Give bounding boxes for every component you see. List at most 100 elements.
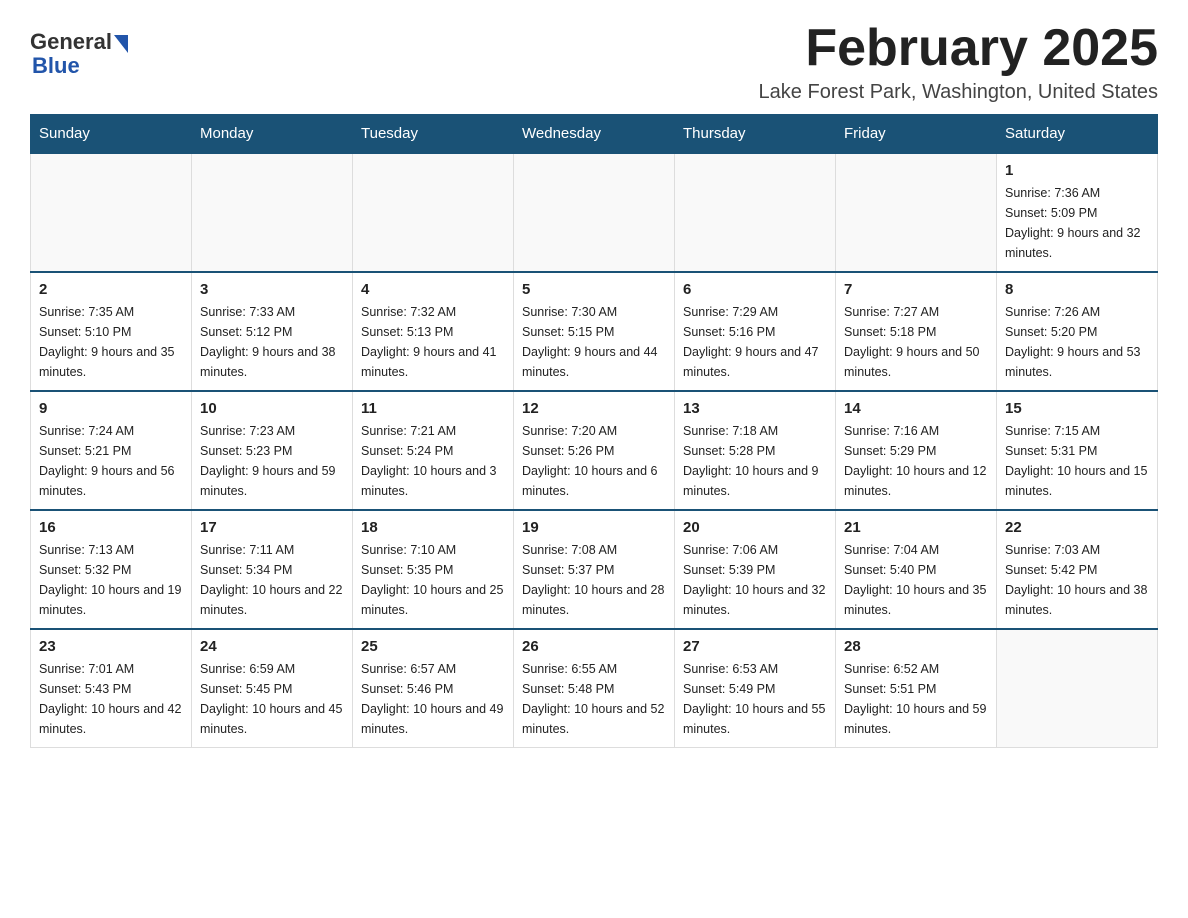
- page-header: General Blue February 2025 Lake Forest P…: [30, 20, 1158, 104]
- day-number: 26: [522, 638, 666, 655]
- location-title: Lake Forest Park, Washington, United Sta…: [759, 81, 1158, 104]
- day-number: 25: [361, 638, 505, 655]
- day-number: 21: [844, 519, 988, 536]
- day-info: Sunrise: 7:36 AMSunset: 5:09 PMDaylight:…: [1005, 183, 1149, 263]
- calendar-cell: [997, 629, 1158, 748]
- calendar-cell: [675, 153, 836, 272]
- day-number: 17: [200, 519, 344, 536]
- calendar-header-thursday: Thursday: [675, 115, 836, 154]
- day-info: Sunrise: 7:04 AMSunset: 5:40 PMDaylight:…: [844, 540, 988, 620]
- calendar-cell: 21 Sunrise: 7:04 AMSunset: 5:40 PMDayligh…: [836, 510, 997, 629]
- day-info: Sunrise: 7:03 AMSunset: 5:42 PMDaylight:…: [1005, 540, 1149, 620]
- day-info: Sunrise: 7:13 AMSunset: 5:32 PMDaylight:…: [39, 540, 183, 620]
- calendar-week-row: 9 Sunrise: 7:24 AMSunset: 5:21 PMDaylight…: [31, 391, 1158, 510]
- day-number: 3: [200, 281, 344, 298]
- day-number: 28: [844, 638, 988, 655]
- day-info: Sunrise: 7:30 AMSunset: 5:15 PMDaylight:…: [522, 302, 666, 382]
- calendar-header-sunday: Sunday: [31, 115, 192, 154]
- calendar-cell: [836, 153, 997, 272]
- calendar-week-row: 16 Sunrise: 7:13 AMSunset: 5:32 PMDayligh…: [31, 510, 1158, 629]
- day-number: 7: [844, 281, 988, 298]
- calendar-cell: 11 Sunrise: 7:21 AMSunset: 5:24 PMDayligh…: [353, 391, 514, 510]
- day-info: Sunrise: 7:32 AMSunset: 5:13 PMDaylight:…: [361, 302, 505, 382]
- calendar-cell: 27 Sunrise: 6:53 AMSunset: 5:49 PMDayligh…: [675, 629, 836, 748]
- day-number: 22: [1005, 519, 1149, 536]
- day-info: Sunrise: 7:35 AMSunset: 5:10 PMDaylight:…: [39, 302, 183, 382]
- calendar-cell: 15Sunrise: 7:15 AMSunset: 5:31 PMDayligh…: [997, 391, 1158, 510]
- calendar-header-tuesday: Tuesday: [353, 115, 514, 154]
- calendar-cell: [31, 153, 192, 272]
- day-number: 24: [200, 638, 344, 655]
- logo: General Blue: [30, 30, 128, 78]
- calendar-cell: [353, 153, 514, 272]
- calendar-cell: 4Sunrise: 7:32 AMSunset: 5:13 PMDaylight…: [353, 272, 514, 391]
- logo-text-general: General: [30, 30, 112, 54]
- day-info: Sunrise: 7:21 AMSunset: 5:24 PMDaylight:…: [361, 421, 505, 501]
- day-info: Sunrise: 7:08 AMSunset: 5:37 PMDaylight:…: [522, 540, 666, 620]
- day-number: 15: [1005, 400, 1149, 417]
- calendar-header-monday: Monday: [192, 115, 353, 154]
- calendar-header-wednesday: Wednesday: [514, 115, 675, 154]
- day-number: 9: [39, 400, 183, 417]
- day-info: Sunrise: 7:24 AMSunset: 5:21 PMDaylight:…: [39, 421, 183, 501]
- day-number: 27: [683, 638, 827, 655]
- calendar-cell: 12 Sunrise: 7:20 AMSunset: 5:26 PMDayligh…: [514, 391, 675, 510]
- calendar-cell: 9 Sunrise: 7:24 AMSunset: 5:21 PMDaylight…: [31, 391, 192, 510]
- day-info: Sunrise: 7:33 AMSunset: 5:12 PMDaylight:…: [200, 302, 344, 382]
- calendar-cell: 22 Sunrise: 7:03 AMSunset: 5:42 PMDayligh…: [997, 510, 1158, 629]
- day-number: 16: [39, 519, 183, 536]
- day-number: 8: [1005, 281, 1149, 298]
- calendar-cell: 16 Sunrise: 7:13 AMSunset: 5:32 PMDayligh…: [31, 510, 192, 629]
- calendar-week-row: 23Sunrise: 7:01 AMSunset: 5:43 PMDayligh…: [31, 629, 1158, 748]
- calendar-header-row: SundayMondayTuesdayWednesdayThursdayFrid…: [31, 115, 1158, 154]
- day-info: Sunrise: 7:27 AMSunset: 5:18 PMDaylight:…: [844, 302, 988, 382]
- calendar-cell: 26 Sunrise: 6:55 AMSunset: 5:48 PMDayligh…: [514, 629, 675, 748]
- calendar-cell: 28 Sunrise: 6:52 AMSunset: 5:51 PMDayligh…: [836, 629, 997, 748]
- calendar-week-row: 2 Sunrise: 7:35 AMSunset: 5:10 PMDaylight…: [31, 272, 1158, 391]
- calendar-cell: 8Sunrise: 7:26 AMSunset: 5:20 PMDaylight…: [997, 272, 1158, 391]
- calendar-cell: 13 Sunrise: 7:18 AMSunset: 5:28 PMDayligh…: [675, 391, 836, 510]
- logo-triangle-icon: [114, 35, 128, 53]
- calendar-cell: 1 Sunrise: 7:36 AMSunset: 5:09 PMDaylight…: [997, 153, 1158, 272]
- day-number: 14: [844, 400, 988, 417]
- day-info: Sunrise: 6:57 AMSunset: 5:46 PMDaylight:…: [361, 659, 505, 739]
- day-info: Sunrise: 7:29 AMSunset: 5:16 PMDaylight:…: [683, 302, 827, 382]
- day-number: 11: [361, 400, 505, 417]
- day-number: 5: [522, 281, 666, 298]
- calendar-cell: 5 Sunrise: 7:30 AMSunset: 5:15 PMDaylight…: [514, 272, 675, 391]
- day-info: Sunrise: 7:18 AMSunset: 5:28 PMDaylight:…: [683, 421, 827, 501]
- day-number: 23: [39, 638, 183, 655]
- logo-text-blue: Blue: [32, 54, 128, 78]
- day-info: Sunrise: 7:16 AMSunset: 5:29 PMDaylight:…: [844, 421, 988, 501]
- calendar-cell: [514, 153, 675, 272]
- calendar-cell: 10 Sunrise: 7:23 AMSunset: 5:23 PMDayligh…: [192, 391, 353, 510]
- title-block: February 2025 Lake Forest Park, Washingt…: [759, 20, 1158, 104]
- day-number: 13: [683, 400, 827, 417]
- day-info: Sunrise: 7:20 AMSunset: 5:26 PMDaylight:…: [522, 421, 666, 501]
- day-number: 2: [39, 281, 183, 298]
- day-number: 12: [522, 400, 666, 417]
- calendar-header-friday: Friday: [836, 115, 997, 154]
- day-info: Sunrise: 7:23 AMSunset: 5:23 PMDaylight:…: [200, 421, 344, 501]
- day-info: Sunrise: 7:10 AMSunset: 5:35 PMDaylight:…: [361, 540, 505, 620]
- calendar-header-saturday: Saturday: [997, 115, 1158, 154]
- calendar-week-row: 1 Sunrise: 7:36 AMSunset: 5:09 PMDaylight…: [31, 153, 1158, 272]
- day-number: 1: [1005, 162, 1149, 179]
- calendar-cell: 3 Sunrise: 7:33 AMSunset: 5:12 PMDaylight…: [192, 272, 353, 391]
- day-info: Sunrise: 6:53 AMSunset: 5:49 PMDaylight:…: [683, 659, 827, 739]
- calendar-cell: 14 Sunrise: 7:16 AMSunset: 5:29 PMDayligh…: [836, 391, 997, 510]
- day-info: Sunrise: 7:06 AMSunset: 5:39 PMDaylight:…: [683, 540, 827, 620]
- day-number: 10: [200, 400, 344, 417]
- calendar-cell: 2 Sunrise: 7:35 AMSunset: 5:10 PMDaylight…: [31, 272, 192, 391]
- day-info: Sunrise: 7:11 AMSunset: 5:34 PMDaylight:…: [200, 540, 344, 620]
- calendar-cell: 23Sunrise: 7:01 AMSunset: 5:43 PMDayligh…: [31, 629, 192, 748]
- calendar-cell: [192, 153, 353, 272]
- day-info: Sunrise: 6:55 AMSunset: 5:48 PMDaylight:…: [522, 659, 666, 739]
- calendar-table: SundayMondayTuesdayWednesdayThursdayFrid…: [30, 114, 1158, 748]
- day-number: 6: [683, 281, 827, 298]
- calendar-cell: 25 Sunrise: 6:57 AMSunset: 5:46 PMDayligh…: [353, 629, 514, 748]
- day-number: 19: [522, 519, 666, 536]
- calendar-cell: 19 Sunrise: 7:08 AMSunset: 5:37 PMDayligh…: [514, 510, 675, 629]
- calendar-cell: 6 Sunrise: 7:29 AMSunset: 5:16 PMDaylight…: [675, 272, 836, 391]
- day-info: Sunrise: 6:52 AMSunset: 5:51 PMDaylight:…: [844, 659, 988, 739]
